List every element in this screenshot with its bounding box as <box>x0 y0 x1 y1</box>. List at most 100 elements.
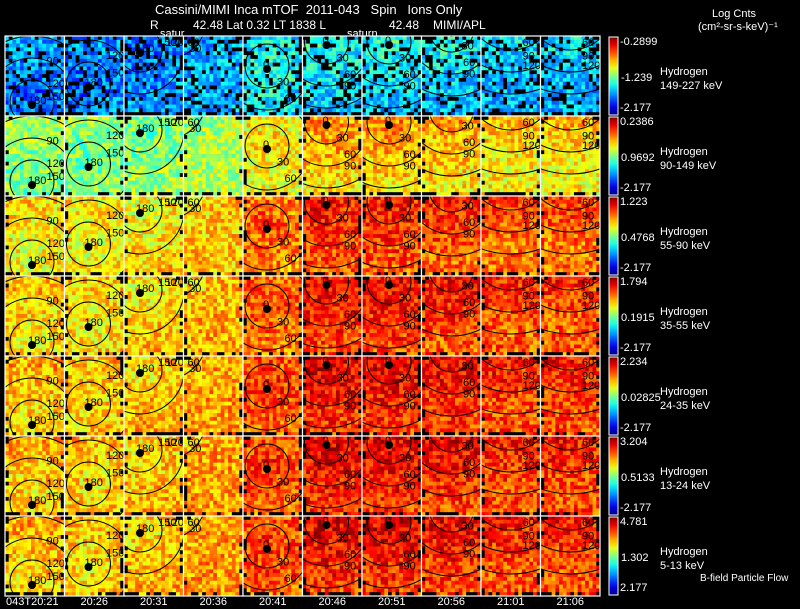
heatmap-cell <box>231 55 236 60</box>
heatmap-cell <box>521 100 526 105</box>
heatmap-cell <box>280 55 285 60</box>
heatmap-cell <box>142 96 147 102</box>
heatmap-cell <box>79 169 84 174</box>
heatmap-cell <box>112 165 117 170</box>
heatmap-cell <box>138 66 143 71</box>
heatmap-cell <box>581 74 586 79</box>
heatmap-cell <box>90 180 95 185</box>
heatmap-cell <box>373 89 378 94</box>
heatmap-cell <box>8 77 13 83</box>
heatmap-cell <box>421 96 426 102</box>
heatmap-cell <box>272 146 277 151</box>
heatmap-cell <box>90 108 95 113</box>
heatmap-cell <box>257 51 262 56</box>
heatmap-cell <box>380 66 385 71</box>
heatmap-cell <box>172 85 177 90</box>
heatmap-cell <box>581 81 586 86</box>
heatmap-cell <box>150 150 155 155</box>
heatmap-cell <box>384 89 389 94</box>
heatmap-cell <box>68 55 73 60</box>
heatmap-cell <box>172 108 177 113</box>
heatmap-cell <box>335 74 340 79</box>
heatmap-cell <box>16 74 21 79</box>
heatmap-cell <box>194 66 199 71</box>
heatmap-cell <box>194 180 199 185</box>
heatmap-cell <box>97 108 102 113</box>
heatmap-cell <box>23 173 28 178</box>
heatmap-cell <box>68 157 73 163</box>
heatmap-cell <box>246 66 251 71</box>
heatmap-cell <box>228 135 233 140</box>
heatmap-cell <box>131 131 136 136</box>
heatmap-cell <box>507 74 512 79</box>
heatmap-cell <box>235 150 240 155</box>
heatmap-cell <box>190 188 195 193</box>
heatmap-cell <box>53 108 58 113</box>
heatmap-cell <box>49 150 54 155</box>
heatmap-cell <box>220 43 225 48</box>
heatmap-cell <box>198 96 203 102</box>
heatmap-cell <box>86 173 91 178</box>
heatmap-cell <box>12 55 17 60</box>
heatmap-cell <box>68 108 73 113</box>
heatmap-cell <box>23 146 28 151</box>
heatmap-cell <box>570 104 575 109</box>
heatmap-cell <box>135 138 140 143</box>
heatmap-cell <box>443 36 448 41</box>
heatmap-cell <box>376 47 381 52</box>
heatmap-cell <box>168 93 173 98</box>
heatmap-cell <box>75 81 80 86</box>
heatmap-cell <box>544 85 549 90</box>
heatmap-cell <box>150 100 155 105</box>
heatmap-cell <box>220 161 225 166</box>
heatmap-cell <box>499 39 504 44</box>
heatmap-cell <box>499 36 504 41</box>
heatmap-cell <box>101 173 106 178</box>
heatmap-cell <box>183 77 188 83</box>
heatmap-cell <box>570 36 575 41</box>
heatmap-cell <box>216 127 221 132</box>
heatmap-cell <box>168 96 173 102</box>
heatmap-cell <box>131 47 136 52</box>
heatmap-cell <box>172 142 177 147</box>
heatmap-cell <box>224 116 229 121</box>
heatmap-cell <box>272 104 277 109</box>
heatmap-cell <box>347 96 352 102</box>
heatmap-cell <box>31 51 36 56</box>
heatmap-cell <box>525 74 530 79</box>
heatmap-cell <box>205 123 210 128</box>
heatmap-cell <box>507 55 512 60</box>
heatmap-cell <box>101 123 106 128</box>
heatmap-cell <box>254 58 259 63</box>
heatmap-cell <box>447 47 452 52</box>
heatmap-cell <box>5 169 10 174</box>
heatmap-cell <box>551 100 556 105</box>
heatmap-cell <box>313 96 318 102</box>
heatmap-cell <box>269 108 274 113</box>
heatmap-cell <box>209 154 214 159</box>
heatmap-cell <box>521 96 526 102</box>
heatmap-cell <box>246 123 251 128</box>
heatmap-cell <box>161 100 166 105</box>
heatmap-cell <box>581 108 586 113</box>
heatmap-cell <box>402 108 407 113</box>
heatmap-cell <box>146 180 151 185</box>
heatmap-cell <box>131 165 136 170</box>
heatmap-cell <box>231 66 236 71</box>
heatmap-cell <box>97 146 102 151</box>
heatmap-cell <box>425 36 430 41</box>
heatmap-cell <box>317 85 322 90</box>
heatmap-cell <box>540 96 545 102</box>
heatmap-cell <box>514 55 519 60</box>
heatmap-cell <box>116 108 121 113</box>
heatmap-cell <box>518 74 523 79</box>
heatmap-cell <box>235 74 240 79</box>
heatmap-cell <box>335 89 340 94</box>
heatmap-cell <box>34 165 39 170</box>
heatmap-cell <box>573 58 578 63</box>
heatmap-cell <box>492 100 497 105</box>
heatmap-cell <box>86 36 91 41</box>
heatmap-cell <box>261 74 266 79</box>
heatmap-cell <box>335 93 340 98</box>
heatmap-cell <box>425 74 430 79</box>
